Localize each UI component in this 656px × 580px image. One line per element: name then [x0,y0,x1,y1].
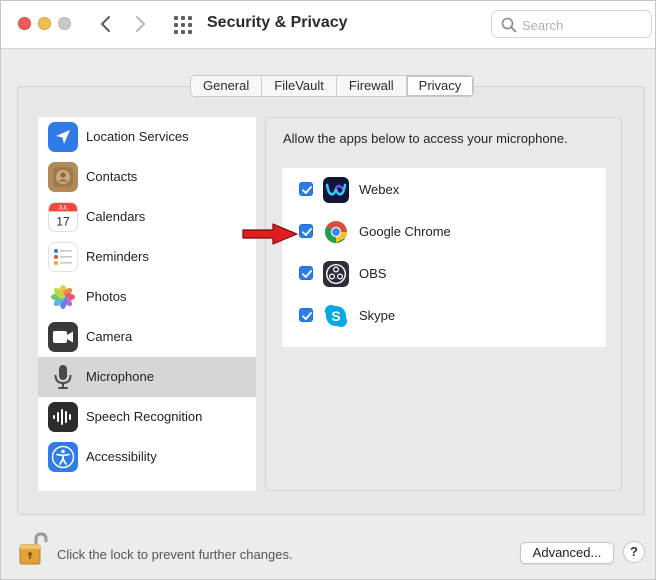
skype-checkbox[interactable] [299,308,313,322]
photos-flower-icon [48,282,78,312]
sidebar-item-calendars[interactable]: JUL 17 Calendars [38,197,256,237]
forward-button[interactable] [130,11,152,37]
sidebar-item-photos[interactable]: Photos [38,277,256,317]
tab-general[interactable]: General [191,76,263,96]
webex-icon [323,177,349,203]
speech-waveform-icon [48,402,78,432]
unlocked-padlock-icon [19,532,48,565]
checkmark-icon [302,228,312,236]
accessibility-person-icon [48,442,78,472]
sidebar-item-speech-recognition[interactable]: Speech Recognition [38,397,256,437]
sidebar-item-reminders[interactable]: Reminders [38,237,256,277]
help-button[interactable]: ? [623,541,645,563]
sidebar-item-microphone[interactable]: Microphone [38,357,256,397]
tab-filevault[interactable]: FileVault [262,76,337,96]
obs-checkbox[interactable] [299,266,313,280]
app-row-obs: OBS [282,252,606,294]
obs-icon [323,261,349,287]
app-permission-list: Webex Google Chrome OBS S Skype [282,168,606,347]
zoom-window-button[interactable] [58,17,71,30]
sidebar-item-label: Speech Recognition [86,409,203,424]
app-name: Webex [359,182,400,197]
chevron-right-icon [136,16,145,32]
sidebar-item-label: Photos [86,289,127,304]
reminders-list-icon [48,242,78,272]
microphone-icon [48,362,78,392]
grid-icon [174,16,192,34]
sidebar-item-label: Accessibility [86,449,157,464]
checkmark-icon [302,270,312,278]
minimize-window-button[interactable] [38,17,51,30]
app-name: Google Chrome [359,224,451,239]
annotation-arrow-icon [242,223,298,245]
tab-bar: General FileVault Firewall Privacy [190,75,475,97]
camera-icon [48,322,78,352]
back-button[interactable] [94,11,116,37]
advanced-button[interactable]: Advanced... [520,542,614,564]
contacts-book-icon [48,162,78,192]
tab-privacy[interactable]: Privacy [406,76,474,96]
tab-firewall[interactable]: Firewall [336,76,407,96]
sidebar-item-label: Microphone [86,369,154,384]
chrome-icon [323,219,349,245]
webex-checkbox[interactable] [299,182,313,196]
window-title: Security & Privacy [207,14,348,31]
lock-hint-text: Click the lock to prevent further change… [57,547,293,562]
app-row-google-chrome: Google Chrome [282,210,606,252]
permission-description: Allow the apps below to access your micr… [283,131,568,146]
search-input[interactable] [522,15,642,35]
search-icon [501,17,517,33]
sidebar-item-label: Calendars [86,209,146,224]
app-row-partial [282,336,606,347]
location-arrow-icon [48,122,78,152]
footer-bar: Click the lock to prevent further change… [1,529,655,579]
calendar-icon-day: 17 [56,214,70,228]
title-bar: Security & Privacy [1,1,655,49]
close-window-button[interactable] [18,17,31,30]
lock-button[interactable] [17,532,49,566]
sidebar-item-contacts[interactable]: Contacts [38,157,256,197]
checkmark-icon [302,186,312,194]
sidebar-item-label: Location Services [86,129,189,144]
app-name: Skype [359,308,396,323]
calendar-icon: JUL 17 [48,202,78,232]
sidebar-item-label: Reminders [86,249,149,264]
security-privacy-window: Security & Privacy General FileVault Fir… [0,0,656,580]
svg-text:S: S [331,308,340,324]
app-row-webex: Webex [282,168,606,210]
app-row-skype: S Skype [282,294,606,336]
skype-icon: S [323,303,349,329]
sidebar-item-accessibility[interactable]: Accessibility [38,437,256,477]
sidebar-item-label: Camera [86,329,133,344]
show-all-button[interactable] [173,15,193,35]
search-field[interactable] [491,10,652,38]
google-chrome-checkbox[interactable] [299,224,313,238]
checkmark-icon [302,312,312,320]
chevron-left-icon [101,16,110,32]
sidebar-item-location-services[interactable]: Location Services [38,117,256,157]
calendar-icon-month: JUL [58,206,68,212]
privacy-category-list: Location Services Contacts JUL 17 Calend… [38,117,256,491]
sidebar-item-camera[interactable]: Camera [38,317,256,357]
app-name: OBS [359,266,387,281]
sidebar-item-label: Contacts [86,169,138,184]
